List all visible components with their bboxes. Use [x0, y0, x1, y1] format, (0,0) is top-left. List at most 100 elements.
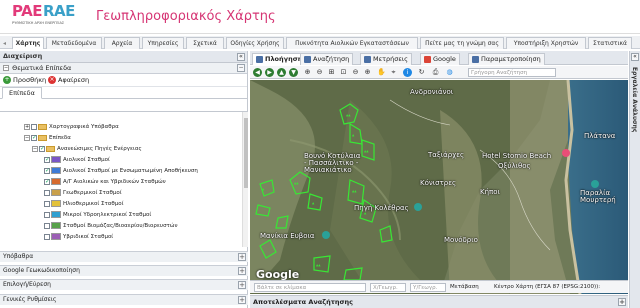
tab-wind-density[interactable]: Πυκνότητα Αιολικών Εγκαταστάσεων: [286, 37, 418, 49]
tabs-overflow-icon[interactable]: ◂: [3, 40, 6, 47]
thematic-layers-header[interactable]: − Θεματικά Επίπεδα −: [0, 63, 247, 74]
print-icon[interactable]: ⎙: [431, 68, 440, 77]
checkbox[interactable]: ✓: [44, 156, 50, 163]
svg-text:▲▲: ▲▲: [364, 149, 369, 153]
scale-input[interactable]: Βάλτε σε κλίμακα: [254, 283, 366, 292]
collapse-icon[interactable]: −: [32, 145, 38, 152]
tab-user-support[interactable]: Υποστήριξη Χρηστών: [506, 37, 586, 49]
expand-icon[interactable]: +: [24, 123, 30, 130]
map-panel: Πλοήγηση Αναζήτηση Μετρήσεις Google Παρα…: [250, 51, 628, 308]
minimize-section-icon[interactable]: −: [237, 64, 245, 72]
rae-logo[interactable]: PAERAE ΡΥΘΜΙΣΤΙΚΗ ΑΡΧΗ ΕΝΕΡΓΕΙΑΣ: [8, 2, 75, 30]
accordion-settings[interactable]: Γενικές Ρυθμίσεις +: [0, 294, 248, 305]
expand-icon[interactable]: +: [238, 253, 246, 261]
zoom-next-icon[interactable]: ⊕: [363, 68, 372, 77]
scrollbar-thumb[interactable]: [244, 118, 248, 188]
quick-search-input[interactable]: Γρήγορη Αναζήτηση: [468, 68, 556, 77]
expand-icon[interactable]: +: [238, 281, 246, 289]
tab-user-guide[interactable]: Οδηγίες Χρήσης: [226, 37, 284, 49]
tree-node-small-hydro[interactable]: Μικροί Υδροηλεκτρικοί Σταθμοί: [44, 210, 151, 220]
arrow-down-icon[interactable]: ▼: [289, 68, 298, 77]
tree-node-renewables[interactable]: − ✓ Ανανεώσιμες Πηγές Ενέργειας: [32, 144, 142, 154]
tab-measurements[interactable]: Μετρήσεις: [360, 53, 412, 65]
folder-icon: [38, 123, 47, 130]
checkbox[interactable]: [44, 233, 50, 240]
tree-node-geothermal[interactable]: Γεωθερμικοί Σταθμοί: [44, 188, 122, 198]
zoom-extent-icon[interactable]: ⊡: [339, 68, 348, 77]
arrow-up-icon[interactable]: ▲: [277, 68, 286, 77]
map-label: Μανίκια Ευβοια: [260, 232, 315, 240]
add-layer-button[interactable]: + Προσθήκη: [3, 76, 46, 85]
tab-layers[interactable]: Επίπεδα: [2, 87, 42, 99]
tree-node-solar-thermal[interactable]: Ηλιοθερμικοί Σταθμοί: [44, 199, 124, 209]
checkbox[interactable]: [44, 189, 50, 196]
tree-node-hybrid[interactable]: Υβριδικοί Σταθμοί: [44, 232, 113, 242]
tab-settings[interactable]: Παραμετροποίηση: [468, 53, 545, 65]
tab-statistics[interactable]: Στατιστικά: [588, 37, 632, 49]
checkbox[interactable]: ✓: [44, 178, 50, 185]
arrow-right-icon[interactable]: ▶: [265, 68, 274, 77]
map-tabs: Πλοήγηση Αναζήτηση Μετρήσεις Google Παρα…: [250, 51, 628, 65]
search-results-panel[interactable]: Αποτελέσματα Αναζήτησης +: [250, 295, 628, 308]
tab-files[interactable]: Αρχεία: [104, 37, 140, 49]
compass-icon: [256, 55, 263, 63]
accordion-basemaps[interactable]: Υπόβαθρα +: [0, 251, 248, 262]
remove-layer-button[interactable]: × Αφαίρεση: [48, 76, 89, 85]
layer-tree: + Χαρτογραφικά Υπόβαθρα − ✓ Επίπεδα − ✓ Ανανε…: [0, 111, 248, 247]
checkbox[interactable]: [44, 222, 50, 229]
tree-node-biomass[interactable]: Σταθμοί Βιομάζας/Βιοαερίου/Βιορευστών: [44, 221, 178, 231]
tab-map[interactable]: Χάρτης: [12, 37, 44, 49]
collapse-icon[interactable]: −: [24, 134, 30, 141]
y-coordinate-input[interactable]: Y/Γεωγρ.: [410, 283, 446, 292]
layer-swatch: [51, 200, 61, 207]
refresh-icon[interactable]: ↻: [417, 68, 426, 77]
checkbox[interactable]: [44, 211, 50, 218]
info-icon[interactable]: i: [403, 68, 412, 77]
layer-swatch: [51, 189, 61, 196]
checkbox[interactable]: [44, 200, 50, 207]
collapse-section-icon[interactable]: −: [3, 65, 9, 71]
zoom-box-icon[interactable]: ⊞: [327, 68, 336, 77]
checkbox[interactable]: ✓: [44, 167, 50, 174]
tab-navigation[interactable]: Πλοήγηση: [252, 53, 307, 65]
layer-swatch: [51, 211, 61, 218]
checkbox[interactable]: [31, 123, 37, 130]
tab-metadata[interactable]: Μεταδεδομένα: [46, 37, 102, 49]
tab-about[interactable]: Σχετικά: [186, 37, 224, 49]
map-canvas[interactable]: ▲▲ ▲ ▲▲ ▲▲ ▲ ▲ ▲▲ ▲ ▲▲ Ανδρονιάνοι Πλάτανα Ταξ…: [250, 80, 628, 294]
checkbox[interactable]: ✓: [31, 134, 37, 141]
tree-node-layers[interactable]: − ✓ Επίπεδα: [24, 133, 71, 143]
management-panel-title: Διαχείριση «: [0, 51, 247, 63]
tab-search[interactable]: Αναζήτηση: [300, 53, 354, 65]
zoom-in-icon[interactable]: ⊕: [303, 68, 312, 77]
zoom-out-icon[interactable]: ⊖: [315, 68, 324, 77]
tree-node-basemaps[interactable]: + Χαρτογραφικά Υπόβαθρα: [24, 122, 119, 132]
satellite-imagery[interactable]: ▲▲▲▲▲ ▲▲▲▲ ▲▲▲▲▲: [250, 80, 628, 294]
checkbox[interactable]: ✓: [39, 145, 45, 152]
analysis-tools-panel[interactable]: « Εργαλεία Ανάλυσης: [629, 51, 640, 308]
tab-services[interactable]: Υπηρεσίες: [142, 37, 184, 49]
ruler-icon: [364, 55, 371, 63]
svg-text:▲▲: ▲▲: [316, 263, 321, 267]
pan-icon[interactable]: ✋: [377, 68, 386, 77]
globe-icon[interactable]: ◍: [445, 68, 454, 77]
tab-google[interactable]: Google: [420, 53, 460, 65]
tree-scrollbar[interactable]: [242, 112, 248, 247]
tree-node-wind-stations[interactable]: ✓ Αιολικοί Σταθμοί: [44, 155, 110, 165]
map-label: Ταξιάρχες: [428, 151, 465, 159]
accordion-selection[interactable]: Επιλογή/Εύρεση +: [0, 279, 248, 290]
expand-right-icon[interactable]: «: [631, 53, 639, 61]
expand-icon[interactable]: +: [238, 267, 246, 275]
tree-node-turbines[interactable]: ✓ Α/Γ Αιολικών και Υβριδικών Σταθμών: [44, 177, 166, 187]
tab-feedback[interactable]: Πείτε μας τη γνώμη σας: [420, 37, 504, 49]
collapse-left-icon[interactable]: «: [237, 53, 245, 61]
tree-node-wind-storage[interactable]: ✓ Αιολικοί Σταθμοί με Ενσωματωμένη Αποθήκ…: [44, 166, 198, 176]
expand-icon[interactable]: +: [618, 298, 626, 306]
go-button[interactable]: Μετάβαση: [450, 283, 479, 292]
identify-icon[interactable]: ⌖: [389, 68, 398, 77]
expand-icon[interactable]: +: [238, 296, 246, 304]
accordion-geocoding[interactable]: Google Γεωκωδικοποίηση +: [0, 265, 248, 276]
arrow-left-icon[interactable]: ◀: [253, 68, 262, 77]
x-coordinate-input[interactable]: X/Γεωγρ.: [370, 283, 406, 292]
zoom-prev-icon[interactable]: ⊖: [351, 68, 360, 77]
